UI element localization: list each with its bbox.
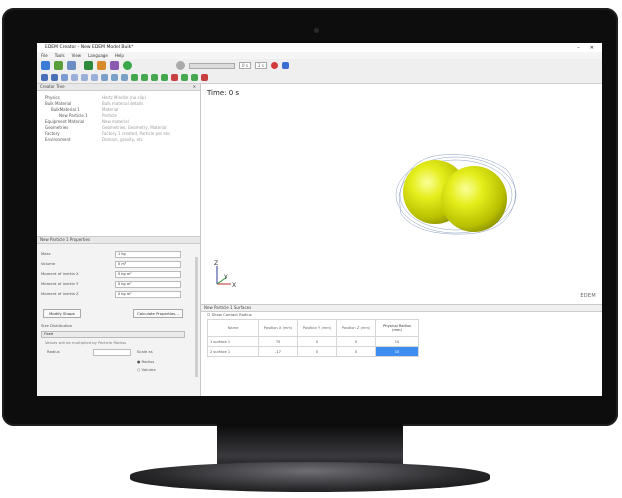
analyst-icon[interactable] [110,61,119,70]
view-iso-icon[interactable] [131,74,138,81]
creator-icon[interactable] [84,61,93,70]
table-row[interactable]: 2 surface 1 -17 0 0 10 [207,346,419,357]
axis-x-label: X [232,282,236,289]
zoom-box-icon[interactable] [71,74,78,81]
main-toolbar: 0 s 1 s [37,59,602,72]
column-header-name: Name [207,319,259,337]
properties-scrollbar[interactable] [195,257,198,377]
creator-tree-panel: Creator Tree ✕ Physics Hertz Mindlin (no s… [37,84,201,396]
save-model-icon[interactable] [67,61,76,70]
creator-tree-header: Creator Tree ✕ [37,84,200,91]
monitor-bezel: EDEM Creator - New EDEM Model Bulk* – ✕ … [2,8,618,426]
surfaces-table: Name Position X (mm) Position Y (mm) Pos… [207,319,419,357]
edem-logo: EDEM [580,293,596,299]
inertia-x-field[interactable]: 0 kg m² [115,271,181,278]
view-right-icon[interactable] [171,74,178,81]
surfaces-header: New Particle 1 Surfaces [201,305,602,312]
properties-header: New Particle 1 Properties [37,237,200,244]
open-model-icon[interactable] [54,61,63,70]
mass-field[interactable]: 1 kg [115,251,181,258]
size-distribution-select[interactable]: Fixed [41,331,185,338]
3d-viewport[interactable]: Time: 0 s Z Y X EDEM [201,84,602,305]
view-front-icon[interactable] [141,74,148,81]
show-contact-radius-checkbox[interactable]: ☐ Show Contact Radius [207,312,252,317]
new-model-icon[interactable] [41,61,50,70]
close-button[interactable]: ✕ [590,45,594,51]
axis-z-label: Z [214,260,218,267]
calculate-properties-button[interactable]: Calculate Properties... [133,309,183,318]
inertia-y-field[interactable]: 0 kg m² [115,281,181,288]
axis-y-label: Y [223,274,228,281]
mass-label: Mass [41,251,51,256]
play-icon[interactable] [176,61,185,70]
menu-file[interactable]: File [41,53,48,58]
zoom-in-icon[interactable] [41,74,48,81]
column-header-position-y: Position Y (mm) [297,319,337,337]
volume-field[interactable]: 0 m³ [115,261,181,268]
window-title: EDEM Creator - New EDEM Model Bulk* [45,45,134,50]
scale-as-label: Scale as [137,349,153,354]
view-x-icon[interactable] [101,74,108,81]
loop-icon[interactable] [281,62,289,69]
inertia-z-label: Moment of inertia Z [41,291,79,296]
menu-view[interactable]: View [72,53,82,58]
size-note: Values will be multiplied by Particle Ra… [45,340,127,345]
inertia-x-label: Moment of inertia X [41,271,79,276]
fps-field[interactable]: 1 s [254,62,267,69]
time-field[interactable]: 0 s [239,62,251,69]
menu-tools[interactable]: Tools [55,53,65,58]
tree-item-environment[interactable]: Environment Domain, gravity, etc [45,137,143,143]
column-header-position-x: Position X (mm) [258,319,298,337]
minimize-button[interactable]: – [577,45,580,51]
volume-label: Volume [41,261,56,266]
size-distribution-label: Size Distribution [41,323,73,328]
record-icon[interactable] [270,62,278,69]
zoom-out-icon[interactable] [51,74,58,81]
zoom-fit-icon[interactable] [61,74,68,81]
menu-help[interactable]: Help [115,53,124,58]
application-window: EDEM Creator - New EDEM Model Bulk* – ✕ … [37,43,602,396]
inertia-z-field[interactable]: 0 kg m² [115,291,181,298]
column-header-physical-radius: Physical Radius (mm) [375,319,419,337]
menu-bar: File Tools View Language Help [37,52,602,59]
table-row[interactable]: 1 surface 1 70 0 0 10 [207,336,419,347]
timeline-slider[interactable] [189,62,235,69]
column-header-position-z: Position Z (mm) [336,319,376,337]
view-toolbar [37,72,602,84]
pan-icon[interactable] [91,74,98,81]
sphere-right [441,166,507,232]
modify-shape-button[interactable]: Modify Shape [43,309,81,318]
monitor-stand-base [130,462,490,492]
view-z-icon[interactable] [121,74,128,81]
selected-cell[interactable]: 10 [375,346,419,357]
radio-radius[interactable]: ● Radius [137,359,154,365]
radius-label: Radius [47,349,60,354]
menu-language[interactable]: Language [88,53,108,58]
properties-panel: New Particle 1 Properties Mass 1 kg Volu… [37,236,200,396]
view-back-icon[interactable] [151,74,158,81]
view-left-icon[interactable] [161,74,168,81]
axis-triad: Z Y X [214,260,236,289]
inertia-y-label: Moment of inertia Y [41,281,79,286]
radio-volume[interactable]: ○ Volume [137,367,156,373]
surfaces-panel: New Particle 1 Surfaces ☐ Show Contact R… [201,305,602,396]
help-icon[interactable] [123,61,132,70]
webcam-dot [314,28,319,33]
view-bottom-icon[interactable] [191,74,198,81]
simulator-icon[interactable] [97,61,106,70]
view-top-icon[interactable] [181,74,188,81]
particle-render: Z Y X [214,154,517,289]
rotate-icon[interactable] [81,74,88,81]
reset-view-icon[interactable] [201,74,208,81]
close-panel-icon[interactable]: ✕ [193,84,196,90]
radius-field[interactable] [93,349,131,356]
view-y-icon[interactable] [111,74,118,81]
creator-tree: Physics Hertz Mindlin (no slip) Bulk Mate… [37,91,200,236]
